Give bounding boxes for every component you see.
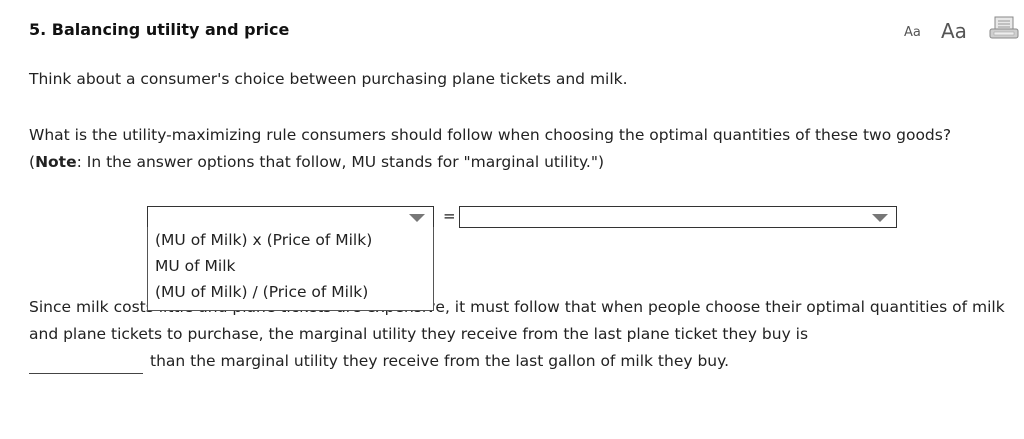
- dropdown-option[interactable]: MU of Milk: [148, 253, 433, 279]
- dropdown-option[interactable]: (MU of Milk) / (Price of Milk): [148, 279, 433, 305]
- increase-font-size-button[interactable]: Aa: [941, 19, 967, 43]
- left-select-dropdown-list: (MU of Milk) x (Price of Milk) MU of Mil…: [147, 227, 434, 311]
- comparison-blank-dropdown[interactable]: [29, 373, 143, 374]
- chevron-down-icon: [872, 214, 888, 222]
- intro-text: Think about a consumer's choice between …: [29, 70, 628, 88]
- right-side-select[interactable]: [459, 206, 897, 228]
- dropdown-option[interactable]: (MU of Milk) x (Price of Milk): [148, 227, 433, 253]
- question-text-part2: : In the answer options that follow, MU …: [76, 153, 605, 171]
- question-title: 5. Balancing utility and price: [29, 20, 290, 39]
- printer-icon[interactable]: [989, 16, 1019, 40]
- equals-sign: =: [443, 207, 456, 225]
- chevron-down-icon: [409, 214, 425, 222]
- note-label: Note: [35, 153, 77, 171]
- decrease-font-size-button[interactable]: Aa: [904, 25, 921, 40]
- left-side-select[interactable]: [147, 206, 434, 228]
- question-text: What is the utility-maximizing rule cons…: [29, 122, 989, 176]
- sentence-text-end: than the marginal utility they receive f…: [150, 352, 730, 370]
